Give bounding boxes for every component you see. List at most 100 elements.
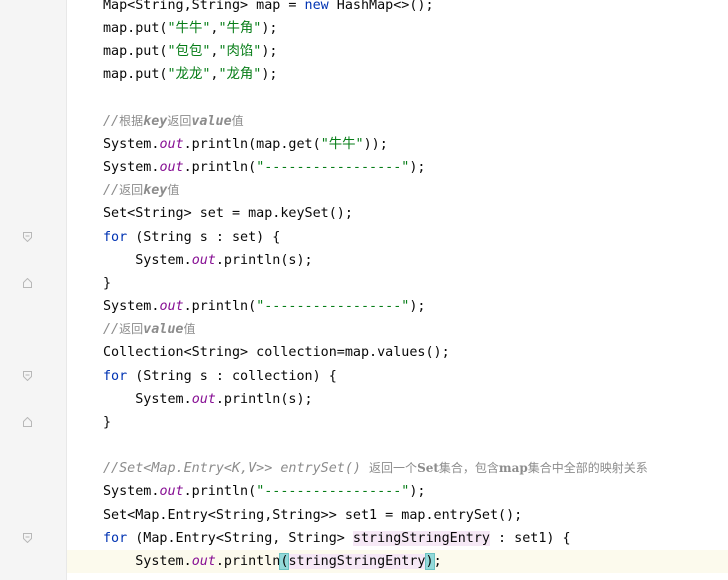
comment-token: key — [143, 183, 168, 198]
code-token: : set1) { — [489, 531, 571, 546]
code-line[interactable]: System.out.println(s); — [103, 388, 313, 411]
code-token: .println( — [183, 484, 257, 499]
code-line[interactable]: Set<Map.Entry<String,String>> set1 = map… — [103, 504, 522, 527]
field-token: out — [159, 160, 184, 175]
code-line[interactable]: for (String s : set) { — [103, 226, 280, 249]
code-token: ; — [433, 554, 442, 569]
fold-end-icon[interactable] — [23, 278, 32, 288]
current-code-line[interactable]: System.out.println(stringStringEntry); — [67, 550, 728, 573]
field-token: out — [159, 484, 184, 499]
code-line[interactable]: map.put("包包","肉馅"); — [103, 40, 278, 63]
keyword-token: for — [103, 531, 128, 546]
string-token: "-----------------" — [256, 299, 410, 314]
code-token: .println( — [183, 160, 257, 175]
comment-token: 根据 — [119, 114, 144, 128]
comment-token: 值 — [167, 183, 180, 197]
code-line[interactable]: System.out.println("-----------------"); — [103, 480, 426, 503]
code-comment-line[interactable]: //返回value值 — [103, 318, 195, 341]
string-token: "-----------------" — [256, 160, 410, 175]
field-token: out — [191, 392, 216, 407]
code-token: Set<String> set = map.keySet(); — [103, 206, 353, 221]
code-line[interactable]: map.put("牛牛","牛角"); — [103, 17, 278, 40]
code-line[interactable]: Collection<String> collection=map.values… — [103, 341, 450, 364]
code-token: System. — [103, 484, 160, 499]
comment-token: //Set<Map.Entry<K,V>> entrySet() — [103, 461, 370, 476]
code-token: Map<String,String> map = — [103, 0, 305, 13]
code-line[interactable]: } — [103, 411, 111, 434]
code-token: ); — [261, 44, 278, 59]
comment-token: 值 — [231, 114, 244, 128]
fold-collapse-icon[interactable] — [23, 232, 32, 242]
code-editor[interactable]: Map<String,String> map = new HashMap<>()… — [0, 0, 728, 580]
comment-token: map — [498, 461, 528, 475]
field-token: out — [191, 253, 216, 268]
field-token: out — [159, 137, 184, 152]
code-comment-line[interactable]: //Set<Map.Entry<K,V>> entrySet() 返回一个Set… — [103, 457, 648, 480]
code-token: .println( — [183, 299, 257, 314]
code-line[interactable]: System.out.println("-----------------"); — [103, 156, 426, 179]
code-token: (Map.Entry<String, String> — [127, 531, 353, 546]
code-token: Collection<String> collection=map.values… — [103, 345, 450, 360]
code-token: .println(map.get( — [183, 137, 321, 152]
comment-token: // — [103, 183, 120, 198]
comment-token: // — [103, 114, 120, 129]
string-token: "肉馅" — [218, 44, 262, 59]
string-token: "龙角" — [218, 67, 262, 82]
keyword-token: for — [103, 369, 128, 384]
code-line[interactable]: for (String s : collection) { — [103, 365, 337, 388]
code-line[interactable]: for (Map.Entry<String, String> stringStr… — [103, 527, 571, 550]
code-comment-line[interactable]: //返回key值 — [103, 179, 179, 202]
keyword-token: for — [103, 230, 128, 245]
comment-token: 返回 — [119, 183, 144, 197]
code-token: HashMap<>(); — [328, 0, 434, 13]
code-token: } — [103, 276, 112, 291]
code-line[interactable]: map.put("龙龙","龙角"); — [103, 63, 278, 86]
code-token: (String s : collection) { — [127, 369, 337, 384]
fold-collapse-icon[interactable] — [23, 371, 32, 381]
code-token: ); — [409, 484, 426, 499]
fold-end-icon[interactable] — [23, 417, 32, 427]
editor-gutter — [0, 0, 66, 580]
code-line[interactable]: } — [103, 272, 111, 295]
code-line[interactable]: Map<String,String> map = new HashMap<>()… — [103, 0, 434, 17]
code-token: System. — [103, 554, 192, 569]
comment-token: 返回 — [119, 322, 144, 336]
fold-collapse-icon[interactable] — [23, 533, 32, 543]
comment-token: 值 — [183, 322, 196, 336]
comment-token: Set — [417, 461, 439, 475]
code-line[interactable]: Set<String> set = map.keySet(); — [103, 202, 353, 225]
string-token: "龙龙" — [167, 67, 211, 82]
code-token: } — [103, 415, 112, 430]
gutter-divider — [66, 0, 67, 580]
code-token: ); — [261, 21, 278, 36]
code-token: ); — [261, 67, 278, 82]
highlighted-variable: stringStringEntry — [288, 554, 426, 569]
code-token: Set<Map.Entry<String,String>> set1 = map… — [103, 508, 523, 523]
code-token: System. — [103, 160, 160, 175]
keyword-token: new — [304, 0, 329, 13]
code-line[interactable]: System.out.println("-----------------"); — [103, 295, 426, 318]
comment-token: 集合，包含 — [438, 461, 499, 475]
code-line[interactable]: System.out.println(map.get("牛牛")); — [103, 133, 388, 156]
comment-token: value — [191, 114, 232, 129]
code-token: ); — [409, 299, 426, 314]
code-token: .println(s); — [215, 253, 313, 268]
string-token: "牛牛" — [320, 137, 364, 152]
code-token: System. — [103, 137, 160, 152]
string-token: "包包" — [167, 44, 211, 59]
code-token: map.put( — [103, 44, 168, 59]
matched-paren: ) — [424, 553, 435, 570]
comment-token: 集合中全部的映射关系 — [527, 461, 648, 475]
field-token: out — [191, 554, 216, 569]
code-token: System. — [103, 392, 192, 407]
code-token: .println(s); — [215, 392, 313, 407]
code-token: map.put( — [103, 21, 168, 36]
code-line[interactable]: System.out.println(s); — [103, 249, 313, 272]
highlighted-variable: stringStringEntry — [352, 531, 490, 546]
string-token: "牛牛" — [167, 21, 211, 36]
field-token: out — [159, 299, 184, 314]
code-token: System. — [103, 299, 160, 314]
code-comment-line[interactable]: //根据key返回value值 — [103, 110, 244, 133]
code-token: System. — [103, 253, 192, 268]
comment-token: 返回一个 — [369, 461, 418, 475]
